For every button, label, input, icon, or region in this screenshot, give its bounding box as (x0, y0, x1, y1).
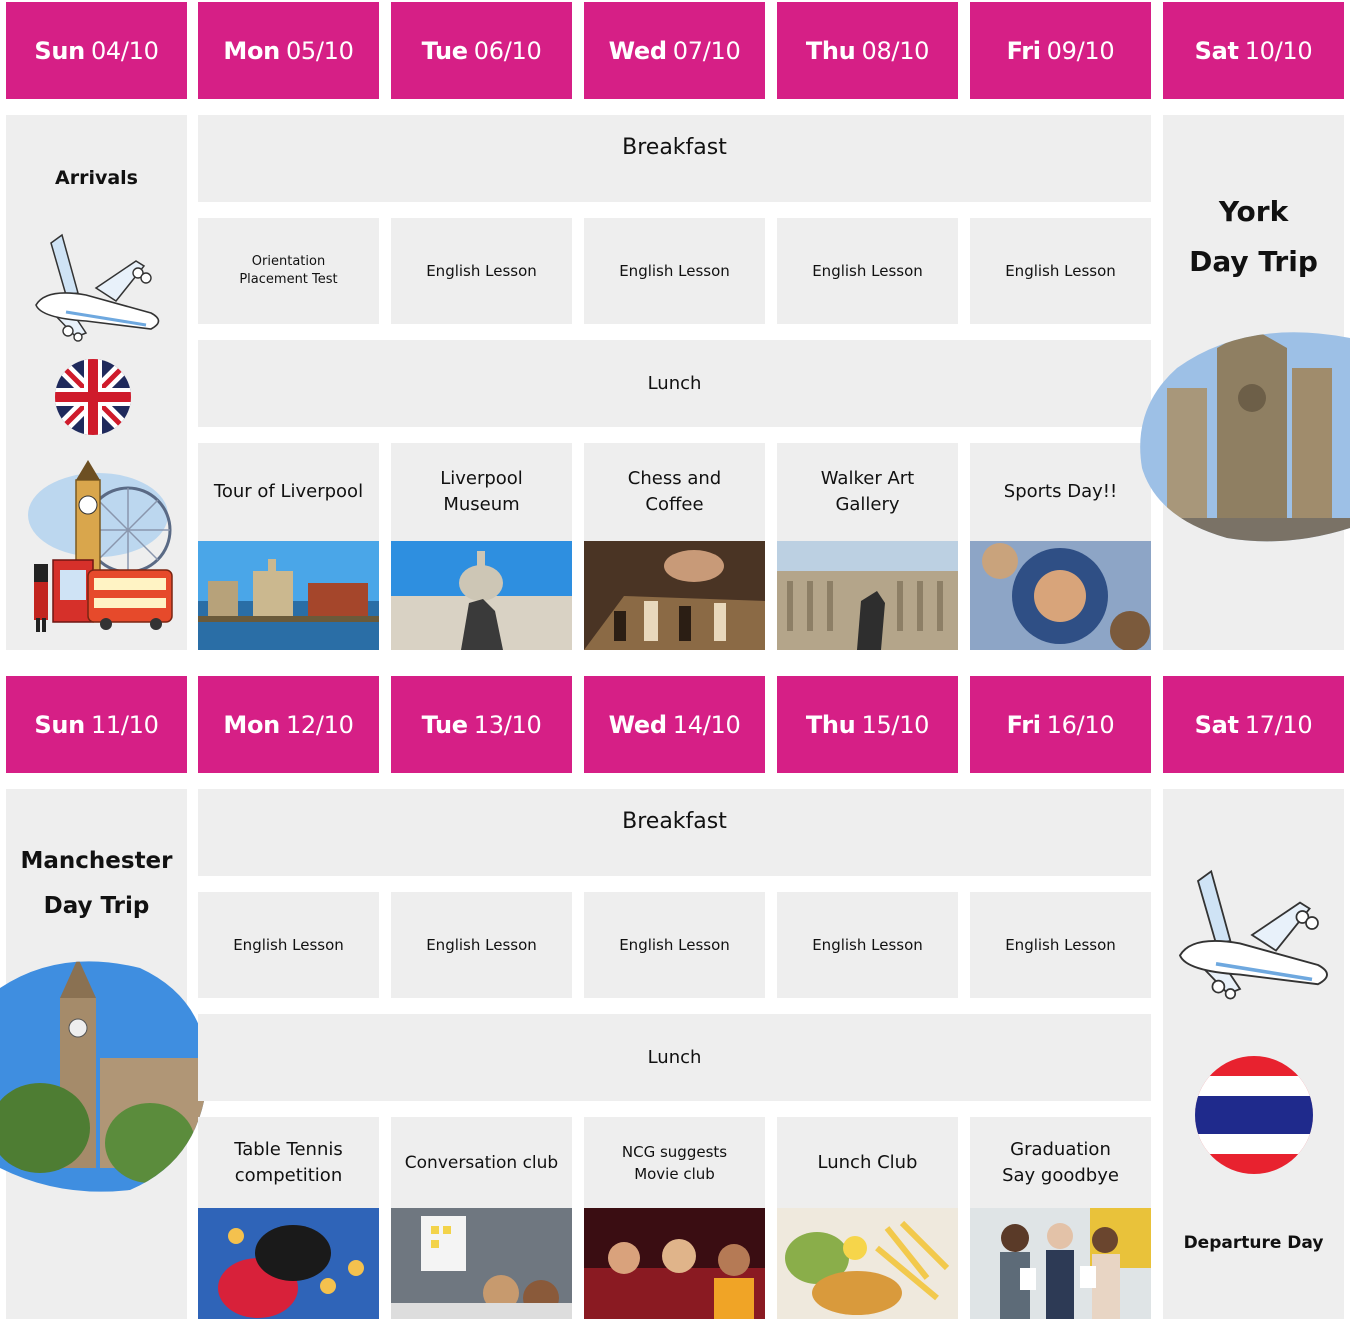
morning-thu-2: English Lesson (777, 892, 958, 998)
day-header-tue-2: Tue 13/10 (391, 676, 572, 773)
afternoon-wed-label: Chess and Coffee (627, 468, 722, 515)
arrivals-title: Arrivals (55, 167, 138, 189)
york-title: York Day Trip (1163, 187, 1344, 287)
morning-mon-line2: Placement Test (239, 272, 338, 287)
day-header-fri-2: Fri 16/10 (970, 676, 1151, 773)
day-header-sun: Sun 04/10 (6, 2, 187, 99)
manchester-title: Manchester Day Trip (6, 839, 187, 929)
day-header-sat: Sat 10/10 (1163, 2, 1344, 99)
morning-tue: English Lesson (391, 218, 572, 324)
day-header-fri: Fri 09/10 (970, 2, 1151, 99)
day-header-sun-2: Sun 11/10 (6, 676, 187, 773)
day-header-wed-2: Wed 14/10 (584, 676, 765, 773)
manchester-title-line1: Manchester (20, 848, 173, 874)
day-header-thu: Thu 08/10 (777, 2, 958, 99)
lunch-row: Lunch (198, 340, 1151, 427)
airplane-icon (35, 233, 160, 342)
morning-wed: English Lesson (584, 218, 765, 324)
fish-and-chips-photo (777, 1208, 958, 1319)
afternoon-wed-2-label: NCG suggests Movie club (621, 1142, 728, 1183)
afternoon-thu-2-label: Lunch Club (817, 1151, 918, 1173)
airplane-icon (1178, 869, 1328, 1000)
arrivals-column: Arrivals (6, 115, 187, 650)
afternoon-mon: Tour of Liverpool (198, 443, 379, 650)
morning-fri: English Lesson (970, 218, 1151, 324)
london-landmarks-illustration (28, 460, 173, 632)
afternoon-mon-label: Tour of Liverpool (213, 481, 364, 502)
departure-column: Departure Day (1163, 789, 1344, 1319)
day-header-mon-2: Mon 12/10 (198, 676, 379, 773)
walker-art-gallery-photo (777, 541, 958, 650)
afternoon-tue-2-label: Conversation club (404, 1152, 559, 1173)
day-header-thu-2: Thu 15/10 (777, 676, 958, 773)
table-tennis-photo (198, 1208, 379, 1319)
liverpool-museum-photo (391, 541, 572, 650)
liverpool-waterfront-photo (198, 541, 379, 650)
afternoon-thu-2: Lunch Club (777, 1117, 958, 1319)
movie-club-photo (584, 1208, 765, 1319)
thailand-flag-icon (1195, 1056, 1313, 1174)
sports-day-photo (970, 541, 1151, 651)
afternoon-fri-2-label: Graduation Say goodbye (1002, 1138, 1119, 1186)
day-header-sat-2: Sat 17/10 (1163, 676, 1344, 773)
morning-mon-line1: Orientation (251, 254, 326, 269)
afternoon-fri: Sports Day!! (970, 443, 1151, 651)
afternoon-mon-2-label: Table Tennis competition (234, 1138, 343, 1186)
morning-thu: English Lesson (777, 218, 958, 324)
day-header-mon: Mon 05/10 (198, 2, 379, 99)
morning-mon: Orientation Placement Test (198, 218, 379, 324)
morning-fri-2: English Lesson (970, 892, 1151, 998)
day-header-tue: Tue 06/10 (391, 2, 572, 99)
afternoon-tue-2: Conversation club (391, 1117, 572, 1319)
manchester-town-hall-photo (0, 961, 208, 1192)
afternoon-wed: Chess and Coffee (584, 443, 765, 650)
afternoon-thu-label: Walker Art Gallery (820, 468, 915, 515)
afternoon-fri-2: Graduation Say goodbye (970, 1117, 1151, 1319)
york-minster-photo (1140, 332, 1350, 542)
day-header-wed: Wed 07/10 (584, 2, 765, 99)
breakfast-row-2: Breakfast (198, 789, 1151, 876)
afternoon-fri-label: Sports Day!! (1003, 481, 1118, 502)
morning-mon-2: English Lesson (198, 892, 379, 998)
union-jack-flag-icon (55, 359, 131, 435)
afternoon-tue: Liverpool Museum (391, 443, 572, 650)
breakfast-row: Breakfast (198, 115, 1151, 202)
graduation-photo (970, 1208, 1151, 1319)
afternoon-mon-2: Table Tennis competition (198, 1117, 379, 1319)
afternoon-thu: Walker Art Gallery (777, 443, 958, 650)
york-title-line1: York (1218, 195, 1289, 228)
conversation-club-photo (391, 1208, 572, 1319)
afternoon-wed-2: NCG suggests Movie club (584, 1117, 765, 1319)
chess-photo (584, 541, 765, 650)
york-title-line2: Day Trip (1189, 245, 1318, 278)
morning-wed-2: English Lesson (584, 892, 765, 998)
afternoon-tue-label: Liverpool Museum (440, 468, 523, 515)
departure-title: Departure Day (1183, 1233, 1324, 1253)
manchester-title-line2: Day Trip (43, 893, 150, 919)
lunch-row-2: Lunch (198, 1014, 1151, 1101)
morning-tue-2: English Lesson (391, 892, 572, 998)
